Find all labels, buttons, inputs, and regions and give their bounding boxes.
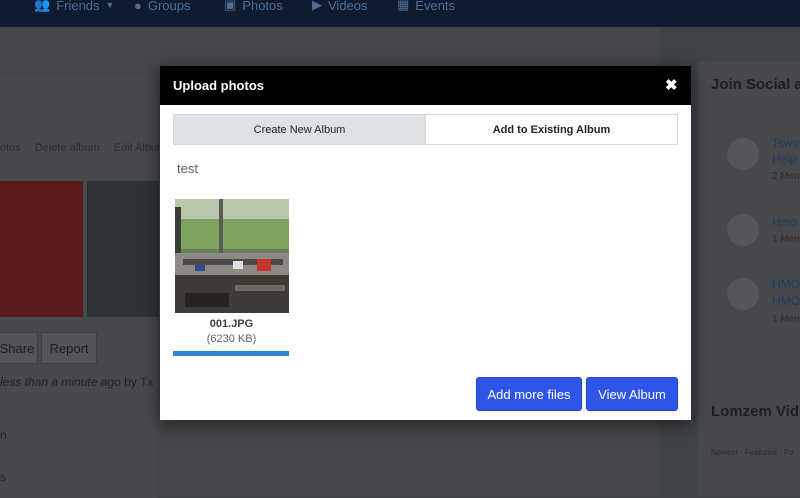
group-members: 1 Mem: [772, 234, 800, 245]
side-text-2: s: [0, 470, 6, 484]
nav-videos-label: Videos: [328, 0, 368, 13]
album-action-edit[interactable]: Edit Album: [114, 142, 167, 154]
album-name: test: [177, 161, 198, 176]
chevron-down-icon: ▼: [105, 0, 115, 10]
group-name[interactable]: Hmo: [772, 215, 797, 229]
modal-header: Upload photos ✖: [160, 66, 691, 105]
nav-friends-label: Friends: [56, 0, 100, 13]
post-author[interactable]: Tx: [140, 375, 153, 389]
post-time: less than a minute ago: [0, 375, 121, 389]
nav-friends[interactable]: 👥 Friends ▼: [34, 0, 115, 13]
group-icon: ●: [134, 0, 142, 13]
add-more-files-button[interactable]: Add more files: [476, 377, 582, 411]
nav-groups-label: Groups: [147, 0, 191, 13]
upload-progress-fill: [173, 351, 289, 356]
photo-thumbnail[interactable]: [175, 199, 289, 313]
view-album-button[interactable]: View Album: [586, 377, 678, 411]
nav-videos[interactable]: ▶ Videos: [312, 0, 368, 13]
share-button[interactable]: Share: [0, 332, 38, 364]
group-avatar[interactable]: [727, 138, 759, 170]
group-name[interactable]: Tswv: [772, 136, 799, 150]
group-avatar[interactable]: [727, 278, 759, 310]
tab-create-new-album[interactable]: Create New Album: [173, 114, 426, 145]
group-members: 2 Mem: [772, 171, 800, 182]
album-cover-image: [0, 181, 83, 317]
video-icon: ▶: [312, 0, 322, 12]
file-name: 001.JPG: [209, 318, 254, 330]
users-icon: 👥: [34, 0, 51, 12]
photo-thumbnail-image: [175, 199, 289, 313]
top-navigation: 👥 Friends ▼ ● Groups ▣ Photos ▶ Videos ▦…: [0, 0, 800, 27]
group-name-2[interactable]: HMO: [772, 294, 800, 308]
album-action-photos[interactable]: otos: [0, 142, 21, 154]
nav-photos-label: Photos: [242, 0, 283, 13]
group-members: 1 Mem: [772, 314, 800, 325]
upload-progress-bar: [173, 351, 289, 356]
tab-add-to-existing-album[interactable]: Add to Existing Album: [425, 114, 678, 145]
lomzem-videos-title: Lomzem Vid: [711, 403, 800, 420]
album-photo-image: [87, 181, 159, 317]
group-avatar[interactable]: [727, 214, 759, 246]
file-size: (6230 KB): [206, 333, 257, 345]
photos-icon: ▣: [224, 0, 237, 12]
nav-groups[interactable]: ● Groups: [134, 0, 191, 13]
album-actions: otos Delete album Edit Album: [0, 142, 166, 154]
report-button[interactable]: Report: [41, 332, 97, 364]
group-name[interactable]: HMO: [772, 277, 800, 291]
post-by: by: [124, 375, 137, 389]
group-name-2[interactable]: Help: [772, 152, 797, 166]
album-action-delete[interactable]: Delete album: [35, 142, 100, 154]
side-text-1: n: [0, 428, 7, 442]
nav-events-label: Events: [415, 0, 456, 13]
upload-photos-modal: Upload photos ✖ Create New Album Add to …: [160, 66, 691, 420]
nav-events[interactable]: ▦ Events: [397, 0, 456, 13]
lomzem-video-tabs[interactable]: Newest · Featured · Po: [711, 448, 794, 457]
modal-title: Upload photos: [173, 78, 264, 93]
close-icon[interactable]: ✖: [665, 76, 678, 94]
post-meta: less than a minute ago by Tx: [0, 375, 153, 389]
join-social-title: Join Social a: [711, 76, 800, 93]
nav-photos[interactable]: ▣ Photos: [224, 0, 283, 13]
calendar-icon: ▦: [397, 0, 410, 12]
